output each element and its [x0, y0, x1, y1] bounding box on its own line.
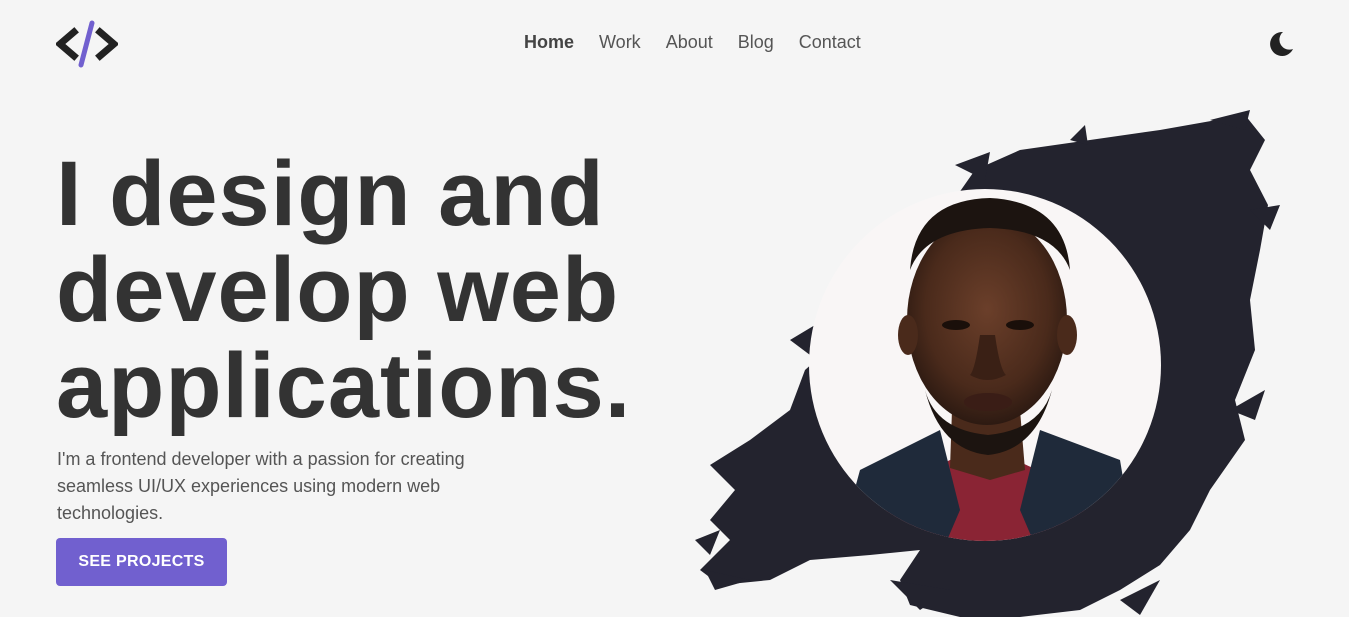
nav-contact[interactable]: Contact	[799, 32, 861, 53]
see-projects-button[interactable]: SEE PROJECTS	[56, 538, 227, 586]
nav-blog[interactable]: Blog	[738, 32, 774, 53]
hero-title: I design and develop web applications.	[56, 146, 696, 434]
nav-work[interactable]: Work	[599, 32, 641, 53]
main-nav: Home Work About Blog Contact	[524, 32, 861, 53]
hero-title-line-2: develop web	[56, 239, 620, 341]
hero-title-line-3: applications.	[56, 335, 632, 437]
page: Home Work About Blog Contact I design an…	[0, 0, 1349, 617]
hero-title-line-1: I design and	[56, 143, 605, 245]
nav-about[interactable]: About	[666, 32, 713, 53]
nav-home[interactable]: Home	[524, 32, 574, 53]
moon-icon[interactable]	[1266, 30, 1294, 58]
hero-artwork	[695, 110, 1280, 617]
code-brackets-icon[interactable]	[56, 20, 118, 68]
hero-subtitle: I'm a frontend developer with a passion …	[57, 449, 465, 523]
